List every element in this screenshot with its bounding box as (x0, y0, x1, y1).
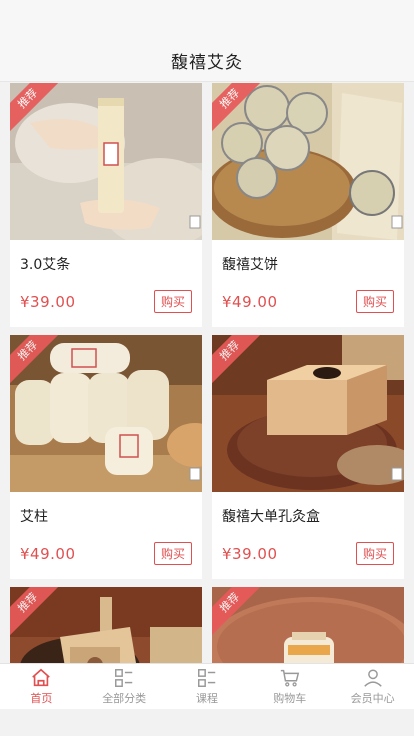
product-grid[interactable]: 推荐 3.0艾条 ¥39.00 购买 推荐 馥禧艾饼 ¥49.00 购买 推荐 … (0, 83, 414, 663)
tab-label: 会员中心 (350, 692, 395, 705)
product-price: ¥39.00 (20, 292, 76, 311)
product-name: 馥禧艾饼 (222, 257, 278, 273)
tab-home[interactable]: 首页 (0, 664, 83, 709)
product-price: ¥49.00 (222, 292, 278, 311)
tab-member[interactable]: 会员中心 (331, 664, 414, 709)
product-card[interactable]: 推荐 (10, 587, 202, 663)
tab-cart[interactable]: 购物车 (248, 664, 331, 709)
home-indicator-space (0, 709, 414, 736)
product-card[interactable]: 推荐 3.0艾条 ¥39.00 购买 (10, 83, 202, 327)
product-image[interactable]: 推荐 (212, 335, 404, 492)
tab-label: 购物车 (273, 692, 307, 705)
product-row: 推荐 3.0艾条 ¥39.00 购买 推荐 馥禧艾饼 ¥49.00 购买 (10, 83, 404, 327)
buy-button[interactable]: 购买 (153, 290, 192, 313)
product-card[interactable]: 推荐 馥禧艾饼 ¥49.00 购买 (212, 83, 404, 327)
product-image[interactable]: 推荐 (10, 335, 202, 492)
tab-bar: 首页 全部分类 课程 购物车 会员中心 (0, 663, 414, 709)
tab-label: 全部分类 (102, 692, 147, 705)
product-image[interactable]: 推荐 (212, 83, 404, 240)
product-image[interactable]: 推荐 (10, 83, 202, 240)
product-card[interactable]: 推荐 艾柱 ¥49.00 购买 (10, 335, 202, 579)
status-bar-space (0, 0, 414, 40)
category-icon (115, 669, 133, 687)
user-icon (363, 669, 382, 687)
product-row: 推荐 推荐 (10, 587, 404, 663)
product-card[interactable]: 推荐 (212, 587, 404, 663)
tab-category[interactable]: 全部分类 (83, 664, 166, 709)
buy-button[interactable]: 购买 (153, 542, 192, 565)
product-name: 馥禧大单孔灸盒 (222, 509, 320, 525)
header: 馥禧艾灸 (0, 40, 414, 82)
product-image[interactable]: 推荐 (212, 587, 404, 663)
home-icon (32, 668, 51, 687)
product-name: 3.0艾条 (20, 257, 71, 273)
product-row: 推荐 艾柱 ¥49.00 购买 推荐 馥禧大单孔灸盒 ¥39.00 购买 (10, 335, 404, 579)
product-image[interactable]: 推荐 (10, 587, 202, 663)
tab-label: 课程 (195, 692, 218, 705)
course-icon (198, 669, 216, 687)
product-name: 艾柱 (20, 509, 48, 525)
cart-icon (280, 669, 299, 687)
buy-button[interactable]: 购买 (355, 290, 394, 313)
product-card[interactable]: 推荐 馥禧大单孔灸盒 ¥39.00 购买 (212, 335, 404, 579)
product-price: ¥39.00 (222, 544, 278, 563)
tab-label: 首页 (30, 692, 53, 705)
tab-course[interactable]: 课程 (166, 664, 249, 709)
product-price: ¥49.00 (20, 544, 76, 563)
buy-button[interactable]: 购买 (355, 542, 394, 565)
page-title: 馥禧艾灸 (171, 53, 243, 73)
